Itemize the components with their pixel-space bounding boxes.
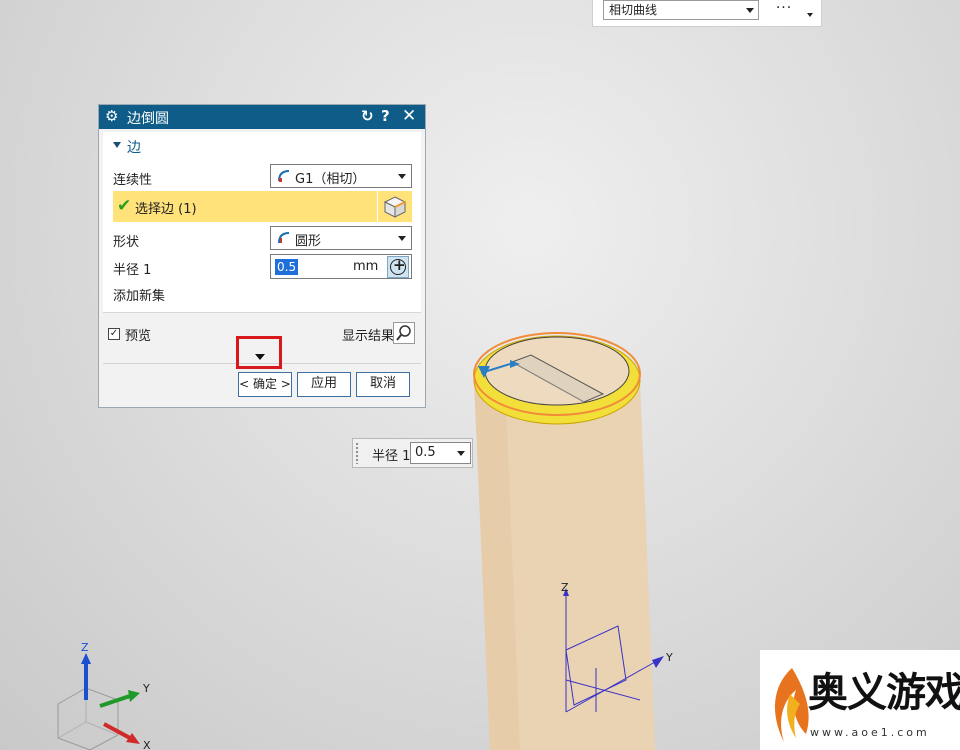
radius-value[interactable]: 0.5 bbox=[275, 259, 299, 275]
select-edge-label: 选择边 (1) bbox=[135, 202, 197, 217]
edge-select-cube-icon[interactable] bbox=[382, 194, 408, 220]
show-result-button[interactable] bbox=[393, 322, 415, 344]
reset-icon[interactable]: ↻ bbox=[361, 107, 374, 125]
magnifier-icon bbox=[396, 325, 411, 341]
radius-unit: mm bbox=[353, 259, 379, 274]
model-z-label: Z bbox=[561, 581, 569, 594]
view-z-label: Z bbox=[81, 641, 89, 654]
preview-label: 预览 bbox=[125, 329, 152, 344]
edge-blend-dialog: ⚙ 边倒圆 ↻ ? ✕ 边 连续性 G1（相切） ✔ 选择边 (1) 形状 圆形… bbox=[98, 104, 426, 408]
radius-screen-input: 半径 1 0.5 bbox=[352, 438, 473, 468]
edge-group: 边 连续性 G1（相切） ✔ 选择边 (1) 形状 圆形 半径 1 0.5 mm… bbox=[103, 132, 421, 313]
dialog-title: 边倒圆 bbox=[127, 111, 169, 127]
chevron-down-icon bbox=[398, 236, 406, 241]
section-title[interactable]: 边 bbox=[127, 137, 141, 157]
chevron-down-icon bbox=[398, 174, 406, 179]
continuity-label: 连续性 bbox=[113, 173, 153, 188]
view-x-label: X bbox=[143, 739, 151, 750]
drag-handle-icon[interactable] bbox=[355, 442, 360, 464]
popup-radius-label: 半径 1 bbox=[372, 449, 411, 464]
show-result-label: 显示结果 bbox=[342, 329, 395, 344]
help-icon[interactable]: ? bbox=[381, 107, 390, 125]
dialog-titlebar[interactable]: ⚙ 边倒圆 ↻ ? ✕ bbox=[99, 105, 425, 129]
watermark-logo: 奥义游戏网 www.aoe1.com bbox=[760, 650, 960, 750]
plus-icon: + bbox=[393, 256, 406, 274]
add-new-set-button[interactable]: + bbox=[387, 256, 409, 278]
model-y-label: Y bbox=[665, 651, 673, 664]
cancel-button[interactable]: 取消 bbox=[356, 372, 410, 397]
radius-label: 半径 1 bbox=[113, 263, 152, 278]
continuity-value: G1（相切） bbox=[295, 172, 366, 187]
check-icon: ✔ bbox=[117, 196, 132, 216]
continuity-select[interactable]: G1（相切） bbox=[270, 164, 412, 188]
gear-icon: ⚙ bbox=[105, 107, 119, 125]
ok-button[interactable]: < 确定 > bbox=[238, 372, 292, 397]
select-edge-row[interactable]: ✔ 选择边 (1) bbox=[113, 191, 412, 222]
circular-shape-icon bbox=[278, 232, 290, 244]
chevron-down-icon bbox=[457, 451, 465, 456]
watermark-url: www.aoe1.com bbox=[810, 726, 930, 739]
collapse-arrow-icon[interactable] bbox=[113, 142, 121, 148]
popup-radius-value: 0.5 bbox=[415, 445, 436, 460]
shape-select[interactable]: 圆形 bbox=[270, 226, 412, 250]
chevron-down-icon bbox=[746, 8, 754, 13]
divider bbox=[377, 191, 378, 222]
highlight-box bbox=[236, 336, 282, 369]
apply-button[interactable]: 应用 bbox=[297, 372, 351, 397]
preview-checkbox[interactable]: ✓ bbox=[108, 328, 120, 340]
curve-rule-value: 相切曲线 bbox=[609, 3, 658, 17]
popup-radius-select[interactable]: 0.5 bbox=[410, 442, 471, 464]
view-y-label: Y bbox=[142, 682, 150, 695]
watermark-name: 奥义游戏网 bbox=[808, 669, 960, 716]
toolbar-dropdown-icon[interactable] bbox=[807, 13, 813, 17]
tangent-continuity-icon bbox=[278, 170, 290, 182]
more-options-button[interactable]: ··· bbox=[771, 0, 797, 20]
top-toolbar: 相切曲线 ··· bbox=[592, 0, 822, 27]
curve-rule-select[interactable]: 相切曲线 bbox=[603, 0, 759, 20]
shape-label: 形状 bbox=[113, 235, 140, 250]
view-triad: Z Y X bbox=[57, 641, 151, 750]
close-icon[interactable]: ✕ bbox=[402, 106, 416, 126]
more-options-expand-icon[interactable] bbox=[255, 354, 265, 360]
add-set-label: 添加新集 bbox=[113, 289, 166, 304]
shape-value: 圆形 bbox=[295, 234, 322, 249]
